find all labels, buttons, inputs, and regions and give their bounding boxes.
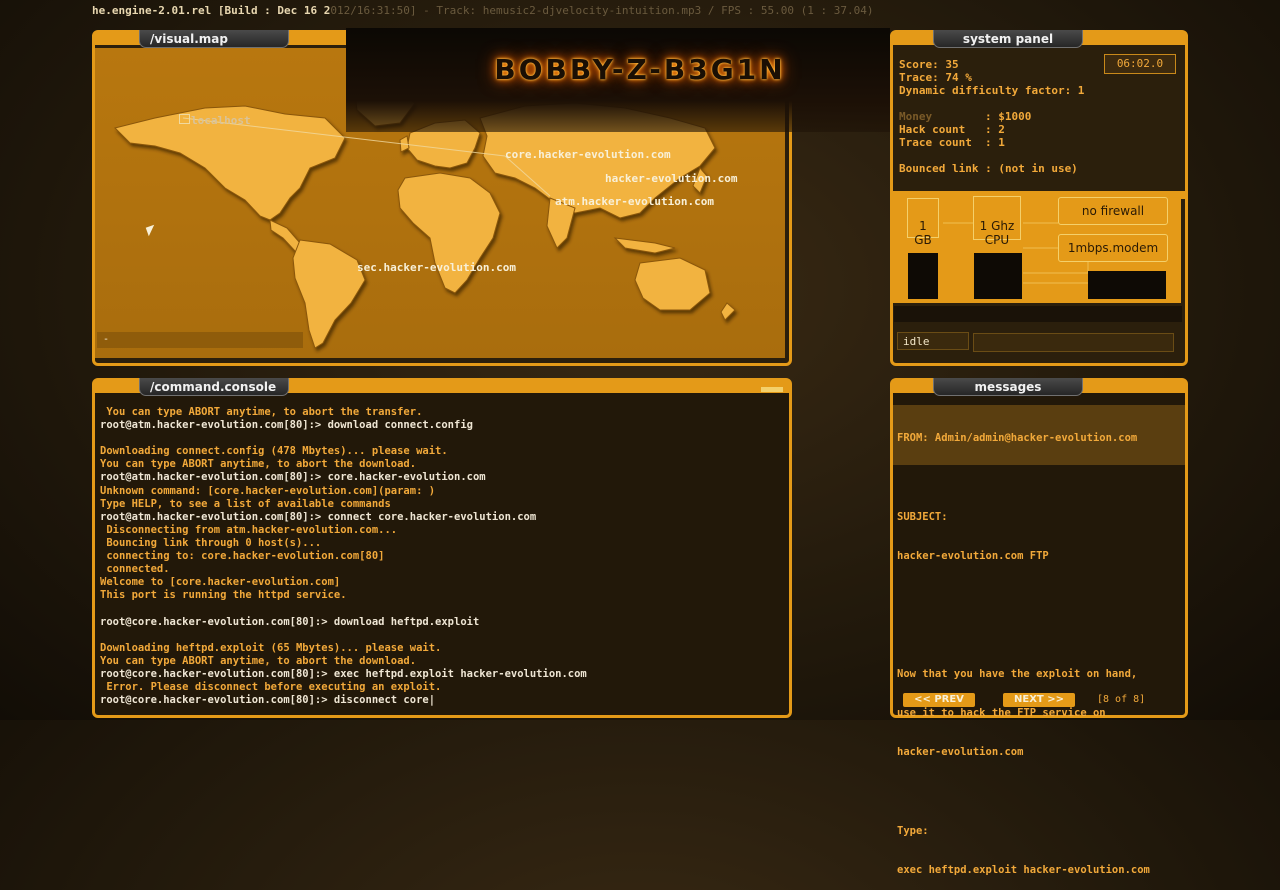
console-line: Unknown command: [core.hacker-evolution.… bbox=[100, 484, 436, 497]
message-body-line: use it to hack the FTP service on bbox=[897, 707, 1106, 720]
console-line: root@atm.hacker-evolution.com[80]:> core… bbox=[100, 471, 486, 484]
money-label: Money bbox=[899, 110, 933, 123]
console-line: Welcome to [core.hacker-evolution.com] bbox=[100, 576, 341, 589]
message-body-line: Now that you have the exploit on hand, bbox=[897, 667, 1138, 680]
console-line: root@atm.hacker-evolution.com[80]:> down… bbox=[100, 419, 473, 432]
engine-track-text: 012/16:31:50] - Track: hemusic2-djveloci… bbox=[330, 4, 874, 17]
progress-track bbox=[894, 306, 1182, 322]
message-page-indicator: [8 of 8] bbox=[1097, 694, 1146, 705]
console-title: /command.console bbox=[139, 378, 289, 396]
visual-map-title: /visual.map bbox=[139, 30, 289, 48]
score-readout: Score: 35 bbox=[899, 58, 959, 71]
host-label-localhost[interactable]: localhost bbox=[191, 114, 251, 127]
continent-indonesia bbox=[613, 237, 676, 254]
status-field: idle bbox=[897, 332, 969, 350]
cpu-label: 1 Ghz CPU bbox=[979, 219, 1015, 247]
hack-count-label: Hack count bbox=[899, 123, 966, 136]
message-body-line: hacker-evolution.com bbox=[897, 746, 1024, 759]
cpu-gauge bbox=[974, 253, 1022, 299]
map-status-text: - bbox=[103, 334, 110, 345]
host-label-sec[interactable]: sec.hacker-evolution.com bbox=[357, 261, 516, 274]
console-line: connecting to: core.hacker-evolution.com… bbox=[100, 550, 385, 563]
message-subject-label: SUBJECT: bbox=[897, 510, 948, 523]
engine-build-text: he.engine-2.01.rel [Build : Dec 16 2 bbox=[92, 4, 331, 17]
console-line: Downloading connect.config (478 Mbytes).… bbox=[100, 445, 448, 458]
next-message-button[interactable]: NEXT >> bbox=[1003, 693, 1075, 707]
continent-australia bbox=[634, 257, 711, 311]
money-value: : $1000 bbox=[985, 110, 1032, 123]
game-clock: 06:02.0 bbox=[1104, 54, 1176, 74]
console-line: You can type ABORT anytime, to abort the… bbox=[100, 654, 417, 667]
message-body-line: Type: bbox=[897, 825, 929, 837]
difficulty-readout: Dynamic difficulty factor: 1 bbox=[899, 84, 1085, 97]
message-from: FROM: Admin/admin@hacker-evolution.com bbox=[897, 432, 1138, 445]
localhost-node[interactable] bbox=[179, 114, 190, 124]
status-progress-bar bbox=[973, 333, 1174, 352]
modem-slot[interactable]: 1mbps.modem bbox=[1058, 234, 1168, 262]
logo-text: BOBBY-Z-B3G1N bbox=[494, 53, 786, 86]
bounced-link-readout: Bounced link : (not in use) bbox=[899, 162, 1078, 175]
cpu-slot[interactable]: 1 Ghz CPU bbox=[973, 196, 1021, 247]
firewall-slot[interactable]: no firewall bbox=[1058, 197, 1168, 225]
console-line: root@core.hacker-evolution.com[80]:> dow… bbox=[100, 615, 480, 628]
prev-message-button[interactable]: << PREV bbox=[903, 693, 975, 707]
console-line: You can type ABORT anytime, to abort the… bbox=[100, 458, 417, 471]
system-panel-title: system panel bbox=[933, 30, 1083, 48]
console-line: Bouncing link through 0 host(s)... bbox=[100, 536, 322, 549]
message-body-line: exec heftpd.exploit hacker-evolution.com bbox=[897, 864, 1150, 877]
message-subject: hacker-evolution.com FTP bbox=[897, 550, 1049, 563]
console-line: You can type ABORT anytime, to abort the… bbox=[100, 406, 423, 418]
trace-readout: Trace: 74 % bbox=[899, 71, 972, 84]
trace-count-label: Trace count bbox=[899, 136, 972, 149]
host-label-core[interactable]: core.hacker-evolution.com bbox=[505, 148, 671, 161]
memory-label: 1 GB bbox=[914, 219, 932, 247]
message-body-line bbox=[897, 786, 1181, 799]
console-line: Type HELP, to see a list of available co… bbox=[100, 497, 391, 510]
continent-new-zealand bbox=[720, 302, 736, 321]
engine-status-bar: he.engine-2.01.rel [Build : Dec 16 2012/… bbox=[92, 4, 932, 22]
console-output[interactable]: You can type ABORT anytime, to abort the… bbox=[100, 406, 780, 710]
trace-count-value: : 1 bbox=[985, 136, 1005, 149]
console-line: Downloading heftpd.exploit (65 Mbytes)..… bbox=[100, 641, 442, 654]
messages-title: messages bbox=[933, 378, 1083, 396]
console-line: This port is running the httpd service. bbox=[100, 589, 347, 602]
console-line: root@atm.hacker-evolution.com[80]:> conn… bbox=[100, 510, 537, 523]
continent-africa bbox=[397, 172, 501, 294]
memory-slot[interactable]: 1 GB bbox=[907, 198, 939, 247]
modem-gauge bbox=[1088, 271, 1166, 299]
console-line: root@core.hacker-evolution.com[80]:> exe… bbox=[100, 667, 587, 680]
console-line: root@core.hacker-evolution.com[80]:> dis… bbox=[100, 694, 436, 707]
console-line: connected. bbox=[100, 563, 170, 576]
host-label-hacker-evolution[interactable]: hacker-evolution.com bbox=[605, 172, 737, 185]
map-status-field: - bbox=[97, 332, 303, 348]
memory-gauge bbox=[908, 253, 938, 299]
console-line: Error. Please disconnect before executin… bbox=[100, 680, 442, 693]
hack-count-value: : 2 bbox=[985, 123, 1005, 136]
console-line: Disconnecting from atm.hacker-evolution.… bbox=[100, 523, 398, 536]
message-content: FROM: Admin/admin@hacker-evolution.com S… bbox=[897, 406, 1181, 890]
continent-south-america bbox=[292, 239, 366, 349]
console-corner-tab bbox=[761, 387, 783, 392]
host-label-atm[interactable]: atm.hacker-evolution.com bbox=[555, 195, 714, 208]
status-text: idle bbox=[903, 335, 930, 348]
